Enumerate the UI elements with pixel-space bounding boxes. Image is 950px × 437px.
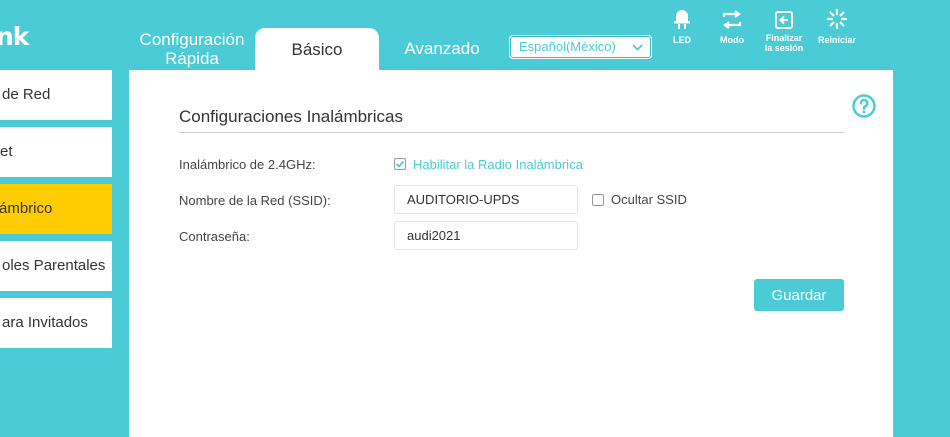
save-button[interactable]: Guardar	[754, 279, 844, 311]
checkmark-icon	[395, 160, 405, 168]
logout-icon	[759, 6, 809, 30]
hide-ssid-label[interactable]: Ocultar SSID	[611, 192, 687, 207]
mode-label: Modo	[720, 35, 744, 45]
led-icon	[657, 6, 707, 30]
section-divider	[179, 132, 844, 133]
tab-basic[interactable]: Básico	[255, 28, 379, 72]
enable-radio-checkbox[interactable]	[394, 158, 406, 170]
language-select-value: Español(México)	[519, 39, 616, 54]
tab-advanced[interactable]: Avanzado	[400, 39, 484, 59]
ssid-input[interactable]	[394, 185, 578, 214]
logout-label-line1: Finalizar	[765, 33, 803, 43]
password-label: Contraseña:	[179, 229, 250, 244]
logout-button[interactable]: Finalizar la sesión	[759, 6, 809, 53]
sidebar-item-label: et	[0, 143, 13, 160]
reboot-button[interactable]: Reiniciar	[812, 6, 862, 45]
tab-quick-setup[interactable]: Configuración Rápida	[132, 30, 252, 68]
sidebar-item-guest-network[interactable]: ara Invitados	[0, 298, 112, 348]
mode-icon	[707, 6, 757, 30]
main-panel: Configuraciones Inalámbricas Inalámbrico…	[129, 70, 893, 437]
help-icon[interactable]	[852, 94, 876, 118]
language-select[interactable]: Español(México)	[509, 35, 652, 59]
brand-logo: nk	[0, 22, 29, 51]
password-input[interactable]	[394, 221, 578, 250]
mode-button[interactable]: Modo	[707, 6, 757, 45]
sidebar-item-label: oles Parentales	[2, 257, 106, 274]
section-title: Configuraciones Inalámbricas	[179, 107, 403, 126]
sidebar-item-label: de Red	[2, 86, 51, 103]
hide-ssid-checkbox[interactable]	[592, 194, 604, 206]
sidebar-item-internet[interactable]: et	[0, 127, 112, 177]
chevron-down-icon	[632, 36, 643, 58]
sidebar-item-label: ámbrico	[0, 200, 53, 217]
reboot-icon	[812, 6, 862, 30]
ssid-label: Nombre de la Red (SSID):	[179, 193, 331, 208]
band-label: Inalámbrico de 2.4GHz:	[179, 157, 316, 172]
led-label: LED	[673, 35, 691, 45]
sidebar-item-network[interactable]: de Red	[0, 70, 112, 120]
logout-label-line2: la sesión	[764, 43, 804, 53]
sidebar-item-label: ara Invitados	[2, 314, 88, 331]
enable-radio-label[interactable]: Habilitar la Radio Inalámbrica	[413, 157, 583, 172]
sidebar-item-wireless[interactable]: ámbrico	[0, 184, 112, 234]
led-button[interactable]: LED	[657, 6, 707, 45]
reboot-label: Reiniciar	[817, 35, 857, 45]
sidebar-item-parental-controls[interactable]: oles Parentales	[0, 241, 112, 291]
